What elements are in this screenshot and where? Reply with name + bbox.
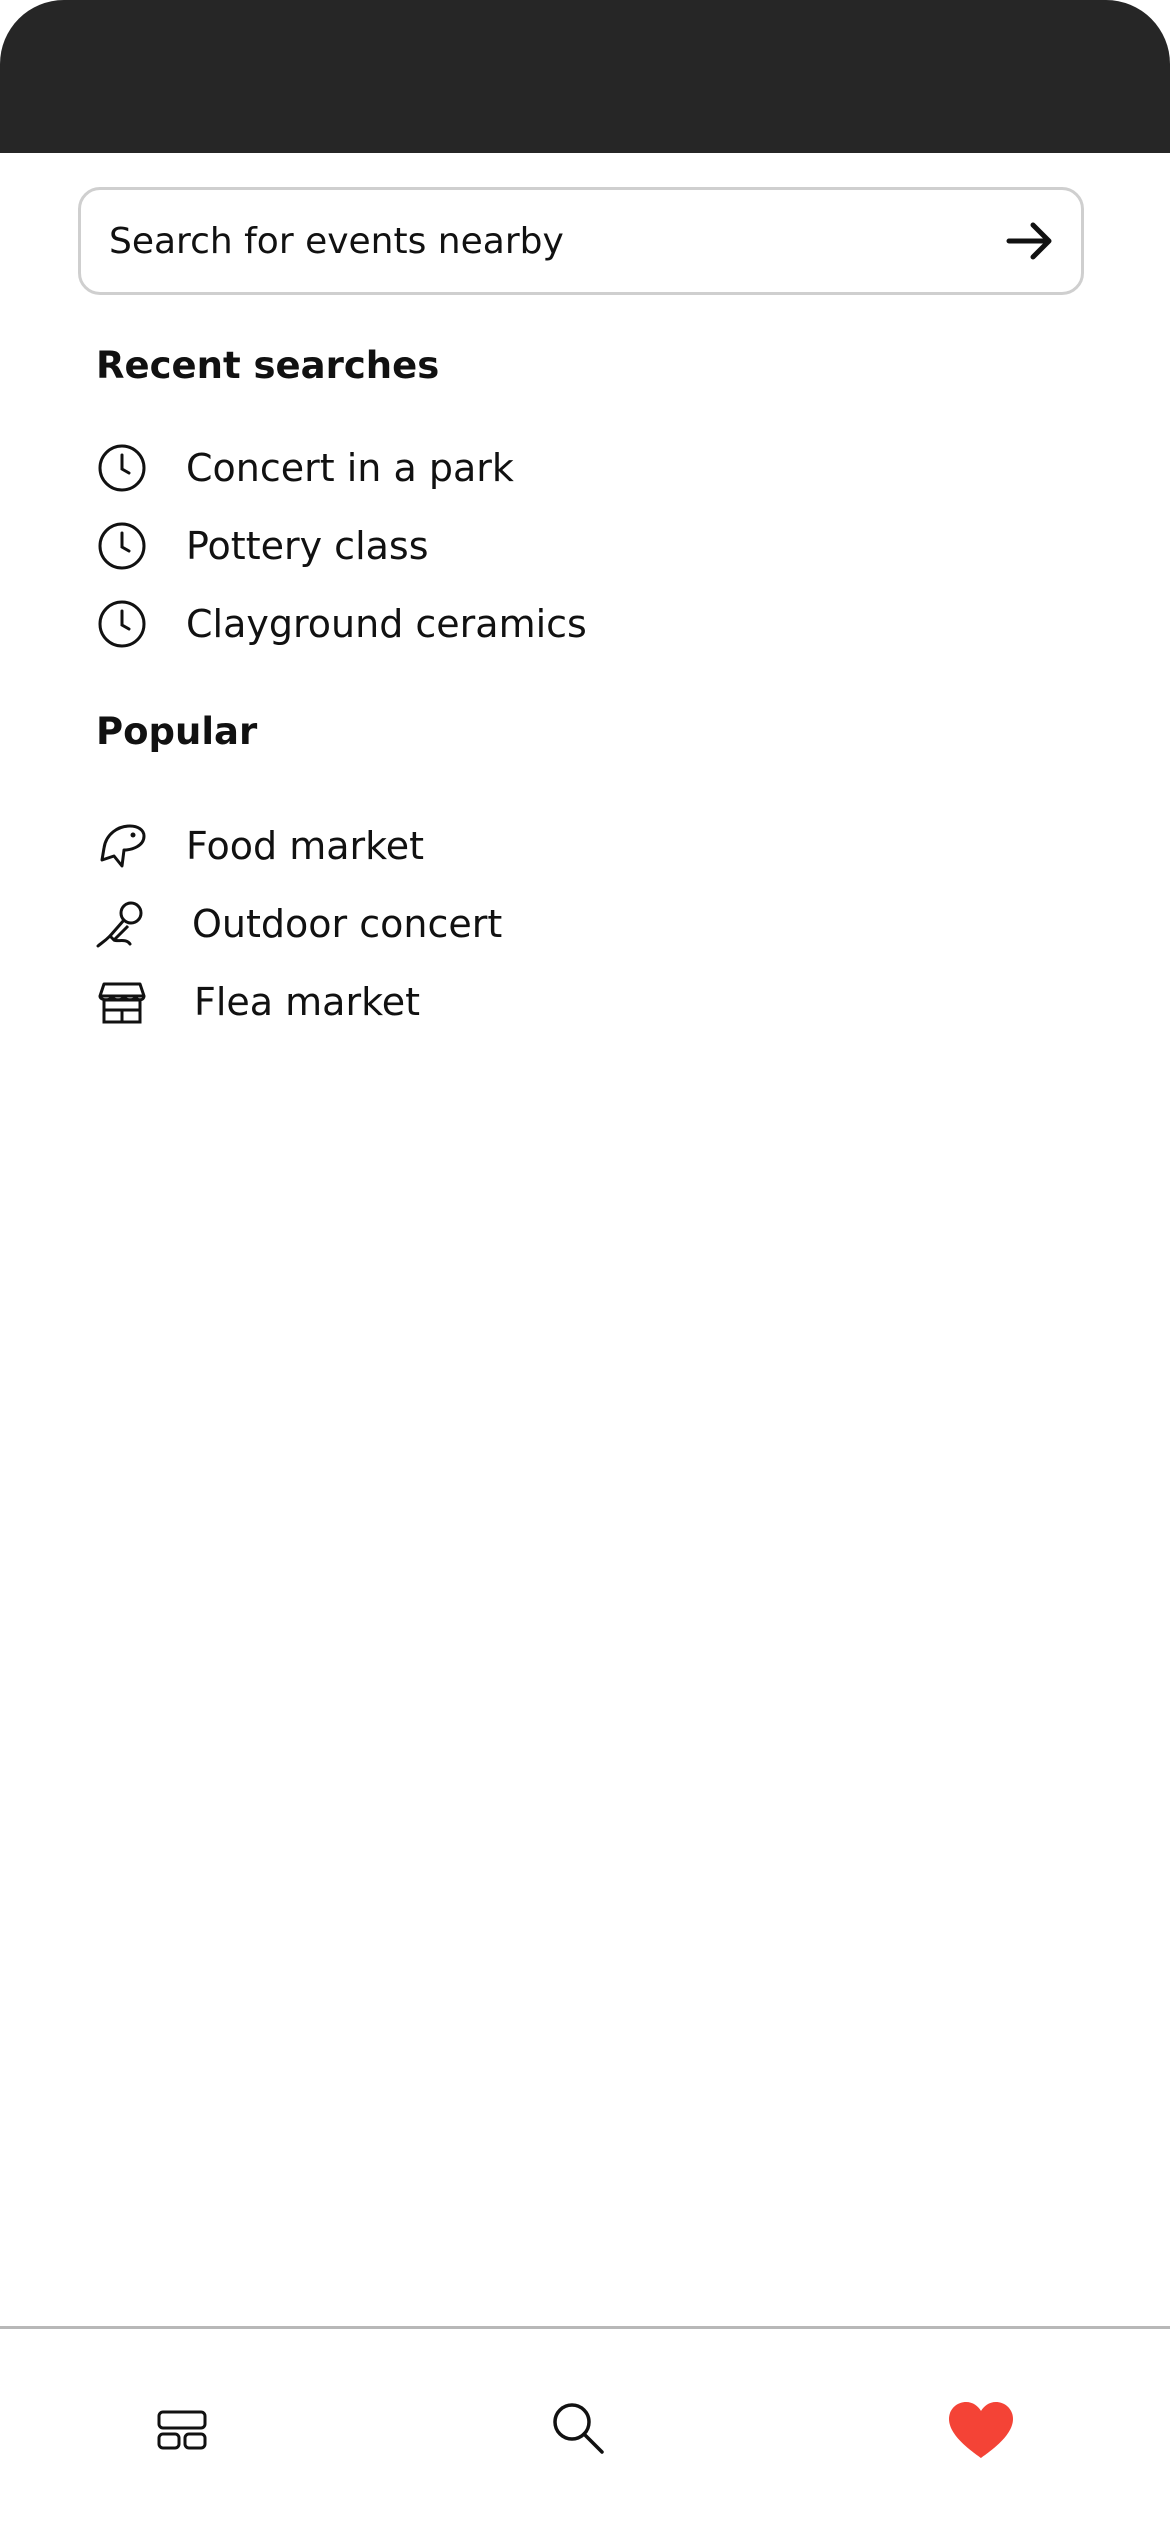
- popular-item-flea-market[interactable]: Flea market: [96, 968, 796, 1032]
- clock-icon: [98, 522, 146, 570]
- popular-item-label: Food market: [186, 824, 425, 868]
- food-icon: [100, 824, 146, 868]
- layout-grid-icon: [157, 2410, 207, 2450]
- search-icon: [553, 2403, 604, 2454]
- status-bar: [0, 0, 1170, 153]
- popular-heading: Popular: [96, 710, 258, 753]
- nav-item-search[interactable]: [550, 2400, 606, 2456]
- nav-item-favorites[interactable]: [946, 2400, 1016, 2462]
- popular-item-food-market[interactable]: Food market: [96, 812, 796, 876]
- popular-item-label: Flea market: [194, 980, 421, 1024]
- popular-item-label: Outdoor concert: [192, 902, 503, 946]
- storefront-icon: [98, 982, 146, 1024]
- heart-icon: [949, 2402, 1013, 2458]
- search-submit-button[interactable]: [1003, 214, 1057, 268]
- popular-item-outdoor-concert[interactable]: Outdoor concert: [96, 890, 796, 954]
- arrow-right-icon: [1006, 222, 1052, 260]
- microphone-icon: [96, 901, 143, 948]
- nav-item-home[interactable]: [156, 2404, 208, 2456]
- clock-icon: [98, 444, 146, 492]
- recent-search-label: Clayground ceramics: [186, 602, 587, 646]
- recent-searches-heading: Recent searches: [96, 344, 440, 387]
- recent-search-item[interactable]: Clayground ceramics: [96, 590, 796, 654]
- search-box[interactable]: [78, 187, 1084, 295]
- recent-search-item[interactable]: Pottery class: [96, 512, 796, 576]
- recent-search-label: Concert in a park: [186, 446, 514, 490]
- recent-search-label: Pottery class: [186, 524, 429, 568]
- recent-search-item[interactable]: Concert in a park: [96, 434, 796, 498]
- search-screen: Recent searches Concert in a park Potter…: [0, 0, 1170, 2532]
- clock-icon: [98, 600, 146, 648]
- search-input[interactable]: [109, 190, 969, 292]
- bottom-nav-divider: [0, 2326, 1170, 2329]
